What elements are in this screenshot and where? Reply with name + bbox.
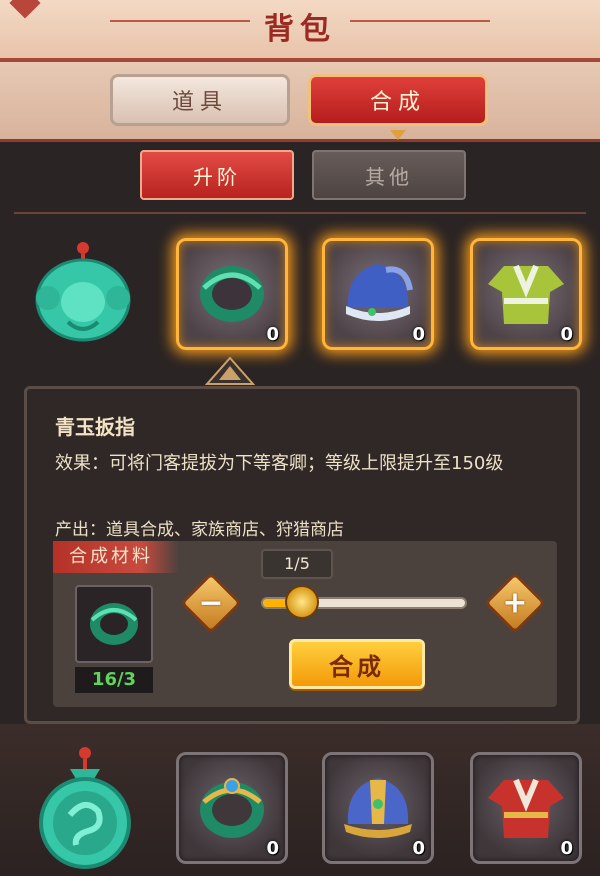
increase-quantity-button[interactable]: + bbox=[483, 571, 547, 635]
panel-pointer-ornament bbox=[204, 356, 256, 386]
jade-ring-icon bbox=[192, 252, 272, 336]
synthesis-section: 合成材料 16/3 − 1/5 + 合成 bbox=[53, 541, 557, 707]
item-count: 0 bbox=[266, 324, 279, 345]
item-detail-panel: 青玉扳指 效果：可将门客提拔为下等客卿；等级上限提升至150级 产出：道具合成、… bbox=[24, 386, 580, 724]
minus-icon: − bbox=[198, 585, 224, 621]
jeweled-ring-icon bbox=[190, 764, 274, 852]
main-tab-bar: 道具 合成 bbox=[0, 62, 600, 142]
material-count: 16/3 bbox=[75, 667, 153, 693]
item-count: 0 bbox=[560, 324, 573, 345]
active-tab-indicator bbox=[390, 130, 406, 140]
page-title: 背包 bbox=[264, 12, 336, 47]
synthesize-button[interactable]: 合成 bbox=[289, 639, 425, 689]
target-slot-jade-ring[interactable]: 0 bbox=[176, 238, 288, 350]
item-count: 0 bbox=[560, 838, 573, 859]
item-count: 0 bbox=[266, 838, 279, 859]
item-count: 0 bbox=[412, 324, 425, 345]
header-bar: 背包 bbox=[0, 0, 600, 62]
jade-dragon-medallion-icon[interactable] bbox=[30, 745, 140, 870]
tab-items[interactable]: 道具 bbox=[110, 74, 290, 126]
quantity-display: 1/5 bbox=[261, 549, 333, 579]
section-divider bbox=[14, 212, 586, 214]
red-robe-icon bbox=[484, 764, 568, 852]
item-effect: 效果：可将门客提拔为下等客卿；等级上限提升至150级 bbox=[55, 453, 504, 474]
target-slot-blue-hat[interactable]: 0 bbox=[322, 238, 434, 350]
item-source: 产出：道具合成、家族商店、狩猎商店 bbox=[55, 520, 344, 540]
green-robe-icon bbox=[484, 250, 568, 338]
tab-synthesis[interactable]: 合成 bbox=[308, 74, 488, 126]
jade-pendant-icon[interactable] bbox=[28, 240, 138, 350]
plus-icon: + bbox=[502, 585, 528, 621]
header-ornament-right bbox=[350, 20, 490, 22]
jade-ring-icon bbox=[84, 592, 144, 656]
target-slot-red-robe[interactable]: 0 bbox=[470, 752, 582, 864]
item-name: 青玉扳指 bbox=[55, 415, 135, 439]
synthesis-materials-label: 合成材料 bbox=[53, 541, 179, 573]
jeweled-blue-hat-icon bbox=[336, 764, 420, 852]
target-slot-jeweled-blue-hat[interactable]: 0 bbox=[322, 752, 434, 864]
target-slot-jeweled-ring[interactable]: 0 bbox=[176, 752, 288, 864]
subtab-other[interactable]: 其他 bbox=[312, 150, 466, 200]
blue-hat-icon bbox=[336, 250, 420, 338]
subtab-upgrade[interactable]: 升阶 bbox=[140, 150, 294, 200]
material-slot[interactable] bbox=[75, 585, 153, 663]
item-count: 0 bbox=[412, 838, 425, 859]
target-slot-green-robe[interactable]: 0 bbox=[470, 238, 582, 350]
decrease-quantity-button[interactable]: − bbox=[179, 571, 243, 635]
slider-handle[interactable] bbox=[285, 585, 320, 619]
